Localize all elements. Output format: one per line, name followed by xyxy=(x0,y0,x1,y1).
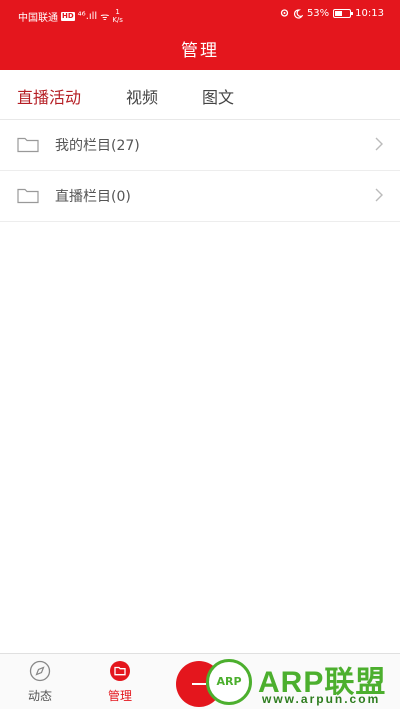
watermark: ARP ARP联盟 www.arpun.com xyxy=(200,655,400,709)
location-icon xyxy=(280,8,289,17)
list-item-live-columns[interactable]: 直播栏目(0) xyxy=(0,170,400,222)
tab-live-activity[interactable]: 直播活动 xyxy=(17,84,81,108)
folder-icon xyxy=(17,188,39,204)
signal-icon: ⁴⁶.ıll xyxy=(77,10,98,22)
tab-bar: 直播活动 视频 图文 xyxy=(0,70,400,120)
tab-video[interactable]: 视频 xyxy=(126,84,158,108)
moon-icon xyxy=(293,8,303,19)
app-header: 中国联通 HD ⁴⁶.ıll ᯤ 1 K/s 53% 10:13 管理 xyxy=(0,0,400,70)
list-item-label: 直播栏目(0) xyxy=(55,189,131,205)
list-item-my-columns[interactable]: 我的栏目(27) xyxy=(0,119,400,171)
compass-icon xyxy=(29,660,51,682)
watermark-url: www.arpun.com xyxy=(262,692,381,706)
network-speed: 1 xyxy=(115,8,120,16)
battery-percent: 53% xyxy=(306,8,330,19)
chevron-right-icon xyxy=(375,188,383,202)
page-title: 管理 xyxy=(181,41,219,61)
status-bar: 中国联通 HD ⁴⁶.ıll ᯤ 1 K/s 53% 10:13 xyxy=(0,0,400,28)
nav-label: 动态 xyxy=(27,689,52,703)
hd-badge: HD xyxy=(61,11,75,21)
battery-icon xyxy=(333,9,354,18)
network-speed-unit: K/s xyxy=(112,16,123,24)
clock: 10:13 xyxy=(355,8,384,19)
watermark-logo: ARP xyxy=(206,659,252,705)
chevron-right-icon xyxy=(375,137,383,151)
carrier-label: 中国联通 xyxy=(18,12,58,24)
folder-icon xyxy=(17,137,39,153)
folder-icon xyxy=(110,661,130,681)
nav-label: 管理 xyxy=(107,689,132,703)
nav-item-dynamic[interactable]: 动态 xyxy=(15,660,65,704)
wifi-icon: ᯤ xyxy=(100,12,110,23)
list-item-label: 我的栏目(27) xyxy=(55,138,140,154)
tab-image-text[interactable]: 图文 xyxy=(202,84,234,108)
nav-item-manage[interactable]: 管理 xyxy=(95,660,145,704)
